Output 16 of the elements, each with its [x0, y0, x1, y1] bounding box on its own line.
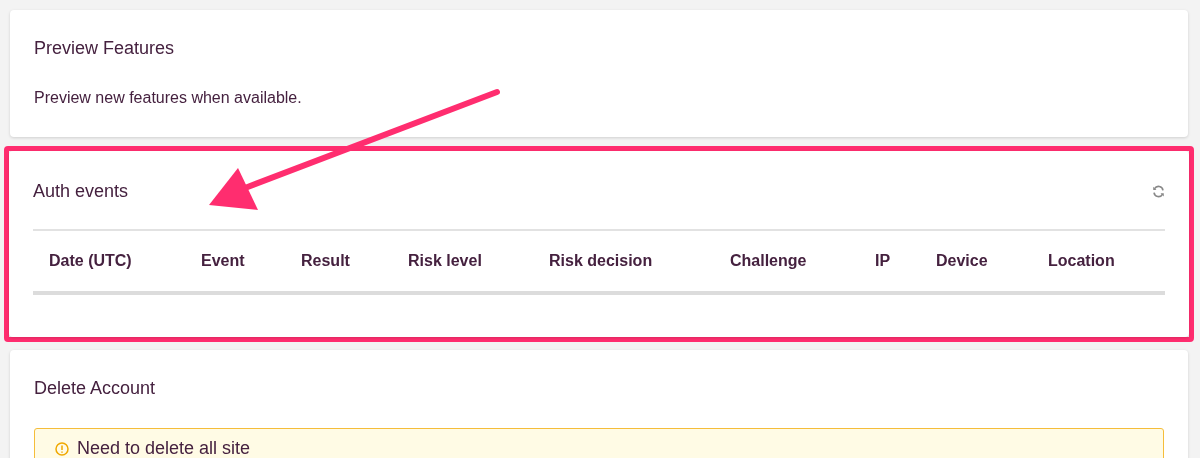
- card-title: Preview Features: [34, 38, 176, 59]
- column-header: IP: [874, 252, 892, 270]
- column-header: Result: [300, 252, 351, 270]
- column-header: Challenge: [729, 252, 808, 270]
- description-text: Preview new features when available.: [34, 89, 303, 107]
- card-title: Auth events: [33, 181, 129, 202]
- column-header: Location: [1047, 252, 1116, 270]
- column-header: Device: [935, 252, 989, 270]
- column-header: Risk level: [407, 252, 483, 270]
- column-header: Risk decision: [548, 252, 654, 270]
- refresh-icon[interactable]: [1152, 185, 1165, 198]
- column-header: Event: [200, 252, 246, 270]
- column-header: Date (UTC): [48, 252, 133, 270]
- card-title: Delete Account: [34, 378, 157, 399]
- warning-text: Need to delete all site: [77, 438, 251, 458]
- warning-icon: [55, 442, 69, 456]
